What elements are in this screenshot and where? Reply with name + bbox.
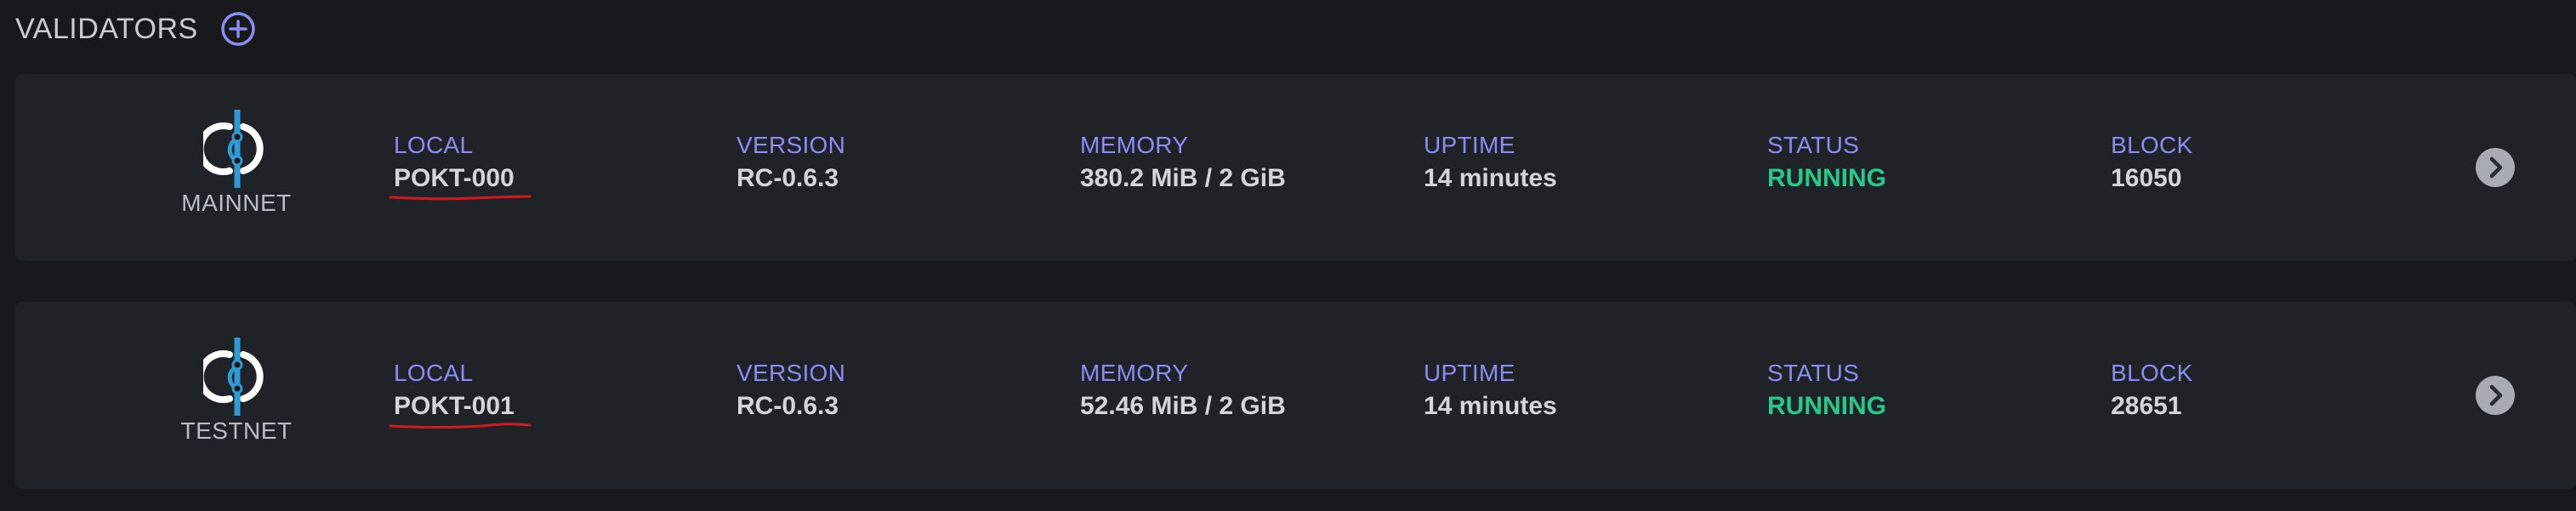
validator-card[interactable]: MAINNET LOCAL POKT-000 VERSION RC-0.6.3 … <box>15 74 2576 261</box>
status-field: STATUS RUNNING <box>1767 359 1886 425</box>
block-field: BLOCK 16050 <box>2111 131 2192 197</box>
memory-value: 52.46 MiB / 2 GiB <box>1080 392 1286 420</box>
memory-field: MEMORY 52.46 MiB / 2 GiB <box>1080 359 1286 425</box>
chain-name: MAINNET <box>181 190 292 216</box>
memory-value: 380.2 MiB / 2 GiB <box>1080 164 1286 192</box>
local-label: LOCAL <box>394 360 474 386</box>
uptime-field: UPTIME 14 minutes <box>1424 359 1557 425</box>
local-field: LOCAL POKT-001 <box>389 359 532 429</box>
local-value: POKT-000 <box>389 160 532 201</box>
local-label: LOCAL <box>394 132 474 158</box>
block-label: BLOCK <box>2111 132 2193 158</box>
version-value: RC-0.6.3 <box>736 392 839 420</box>
plus-circle-icon[interactable] <box>220 11 256 47</box>
uptime-value: 14 minutes <box>1424 164 1557 192</box>
chevron-right-circle-icon[interactable] <box>2475 147 2516 188</box>
status-label: STATUS <box>1767 132 1860 158</box>
version-value: RC-0.6.3 <box>736 164 839 192</box>
local-value: POKT-001 <box>389 388 532 429</box>
uptime-label: UPTIME <box>1424 360 1515 386</box>
status-label: STATUS <box>1767 360 1860 386</box>
block-field: BLOCK 28651 <box>2111 359 2192 425</box>
memory-label: MEMORY <box>1080 132 1189 158</box>
uptime-field: UPTIME 14 minutes <box>1424 131 1557 197</box>
local-value-text: POKT-001 <box>394 392 515 420</box>
red-underline-annotation <box>389 195 532 201</box>
validator-card[interactable]: TESTNET LOCAL POKT-001 VERSION RC-0.6.3 … <box>15 302 2576 489</box>
uptime-value: 14 minutes <box>1424 392 1557 420</box>
block-label: BLOCK <box>2111 360 2193 386</box>
version-field: VERSION RC-0.6.3 <box>736 131 845 197</box>
open-validator-button[interactable] <box>2475 147 2516 188</box>
chain-badge: TESTNET <box>164 336 309 445</box>
pokt-logo-icon <box>203 338 264 416</box>
version-field: VERSION RC-0.6.3 <box>736 359 845 425</box>
chevron-right-circle-icon[interactable] <box>2475 375 2516 416</box>
validators-page: VALIDATORS MAINNET LOCAL POKT-000 VERSIO… <box>0 0 2576 511</box>
status-field: STATUS RUNNING <box>1767 131 1886 197</box>
local-field: LOCAL POKT-000 <box>389 131 532 201</box>
status-value: RUNNING <box>1767 164 1886 192</box>
version-label: VERSION <box>736 132 846 158</box>
pokt-logo-icon <box>203 110 264 188</box>
uptime-label: UPTIME <box>1424 132 1515 158</box>
version-label: VERSION <box>736 360 846 386</box>
block-value: 28651 <box>2111 392 2182 420</box>
memory-label: MEMORY <box>1080 360 1189 386</box>
status-value: RUNNING <box>1767 392 1886 420</box>
memory-field: MEMORY 380.2 MiB / 2 GiB <box>1080 131 1286 197</box>
section-title: VALIDATORS <box>15 12 198 45</box>
local-value-text: POKT-000 <box>394 164 515 192</box>
chain-badge: MAINNET <box>164 108 309 217</box>
open-validator-button[interactable] <box>2475 375 2516 416</box>
chain-name: TESTNET <box>180 417 293 444</box>
red-underline-annotation <box>389 423 532 429</box>
block-value: 16050 <box>2111 164 2182 192</box>
validators-header: VALIDATORS <box>15 7 256 51</box>
